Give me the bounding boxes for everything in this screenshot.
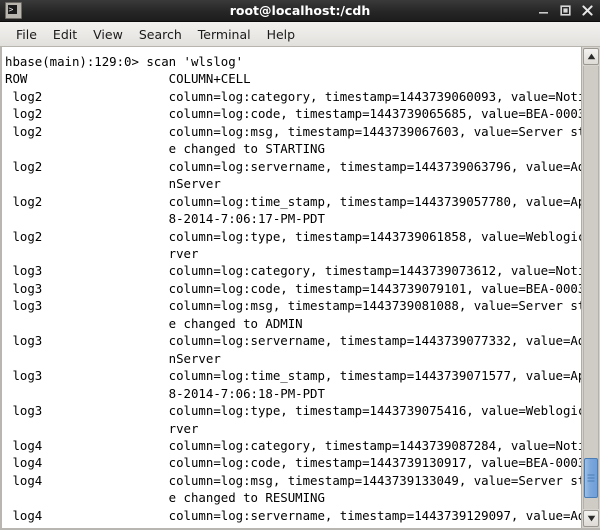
menu-bar: File Edit View Search Terminal Help (0, 22, 600, 47)
terminal-output: hbase(main):129:0> scan 'wlslog' ROW COL… (5, 54, 581, 528)
terminal-window: root@localhost:/cdh File Edit (0, 0, 600, 530)
vertical-scrollbar[interactable] (581, 47, 600, 528)
scroll-down-icon[interactable] (583, 510, 599, 527)
scroll-up-icon[interactable] (583, 48, 599, 65)
maximize-icon[interactable] (560, 5, 571, 16)
menu-item-edit[interactable]: Edit (45, 25, 85, 44)
scrollbar-thumb[interactable] (584, 458, 598, 498)
window-controls (538, 5, 593, 16)
terminal-area: hbase(main):129:0> scan 'wlslog' ROW COL… (0, 47, 600, 530)
window-title: root@localhost:/cdh (229, 3, 371, 18)
close-icon[interactable] (582, 5, 593, 16)
title-bar: root@localhost:/cdh (0, 0, 600, 22)
menu-item-help[interactable]: Help (259, 25, 304, 44)
terminal-icon (5, 2, 22, 19)
menu-item-file[interactable]: File (8, 25, 45, 44)
menu-item-search[interactable]: Search (131, 25, 190, 44)
menu-item-view[interactable]: View (85, 25, 131, 44)
menu-item-terminal[interactable]: Terminal (190, 25, 259, 44)
scrollbar-trough[interactable] (583, 66, 599, 509)
minimize-icon[interactable] (538, 5, 549, 16)
terminal-screen[interactable]: hbase(main):129:0> scan 'wlslog' ROW COL… (2, 47, 581, 528)
